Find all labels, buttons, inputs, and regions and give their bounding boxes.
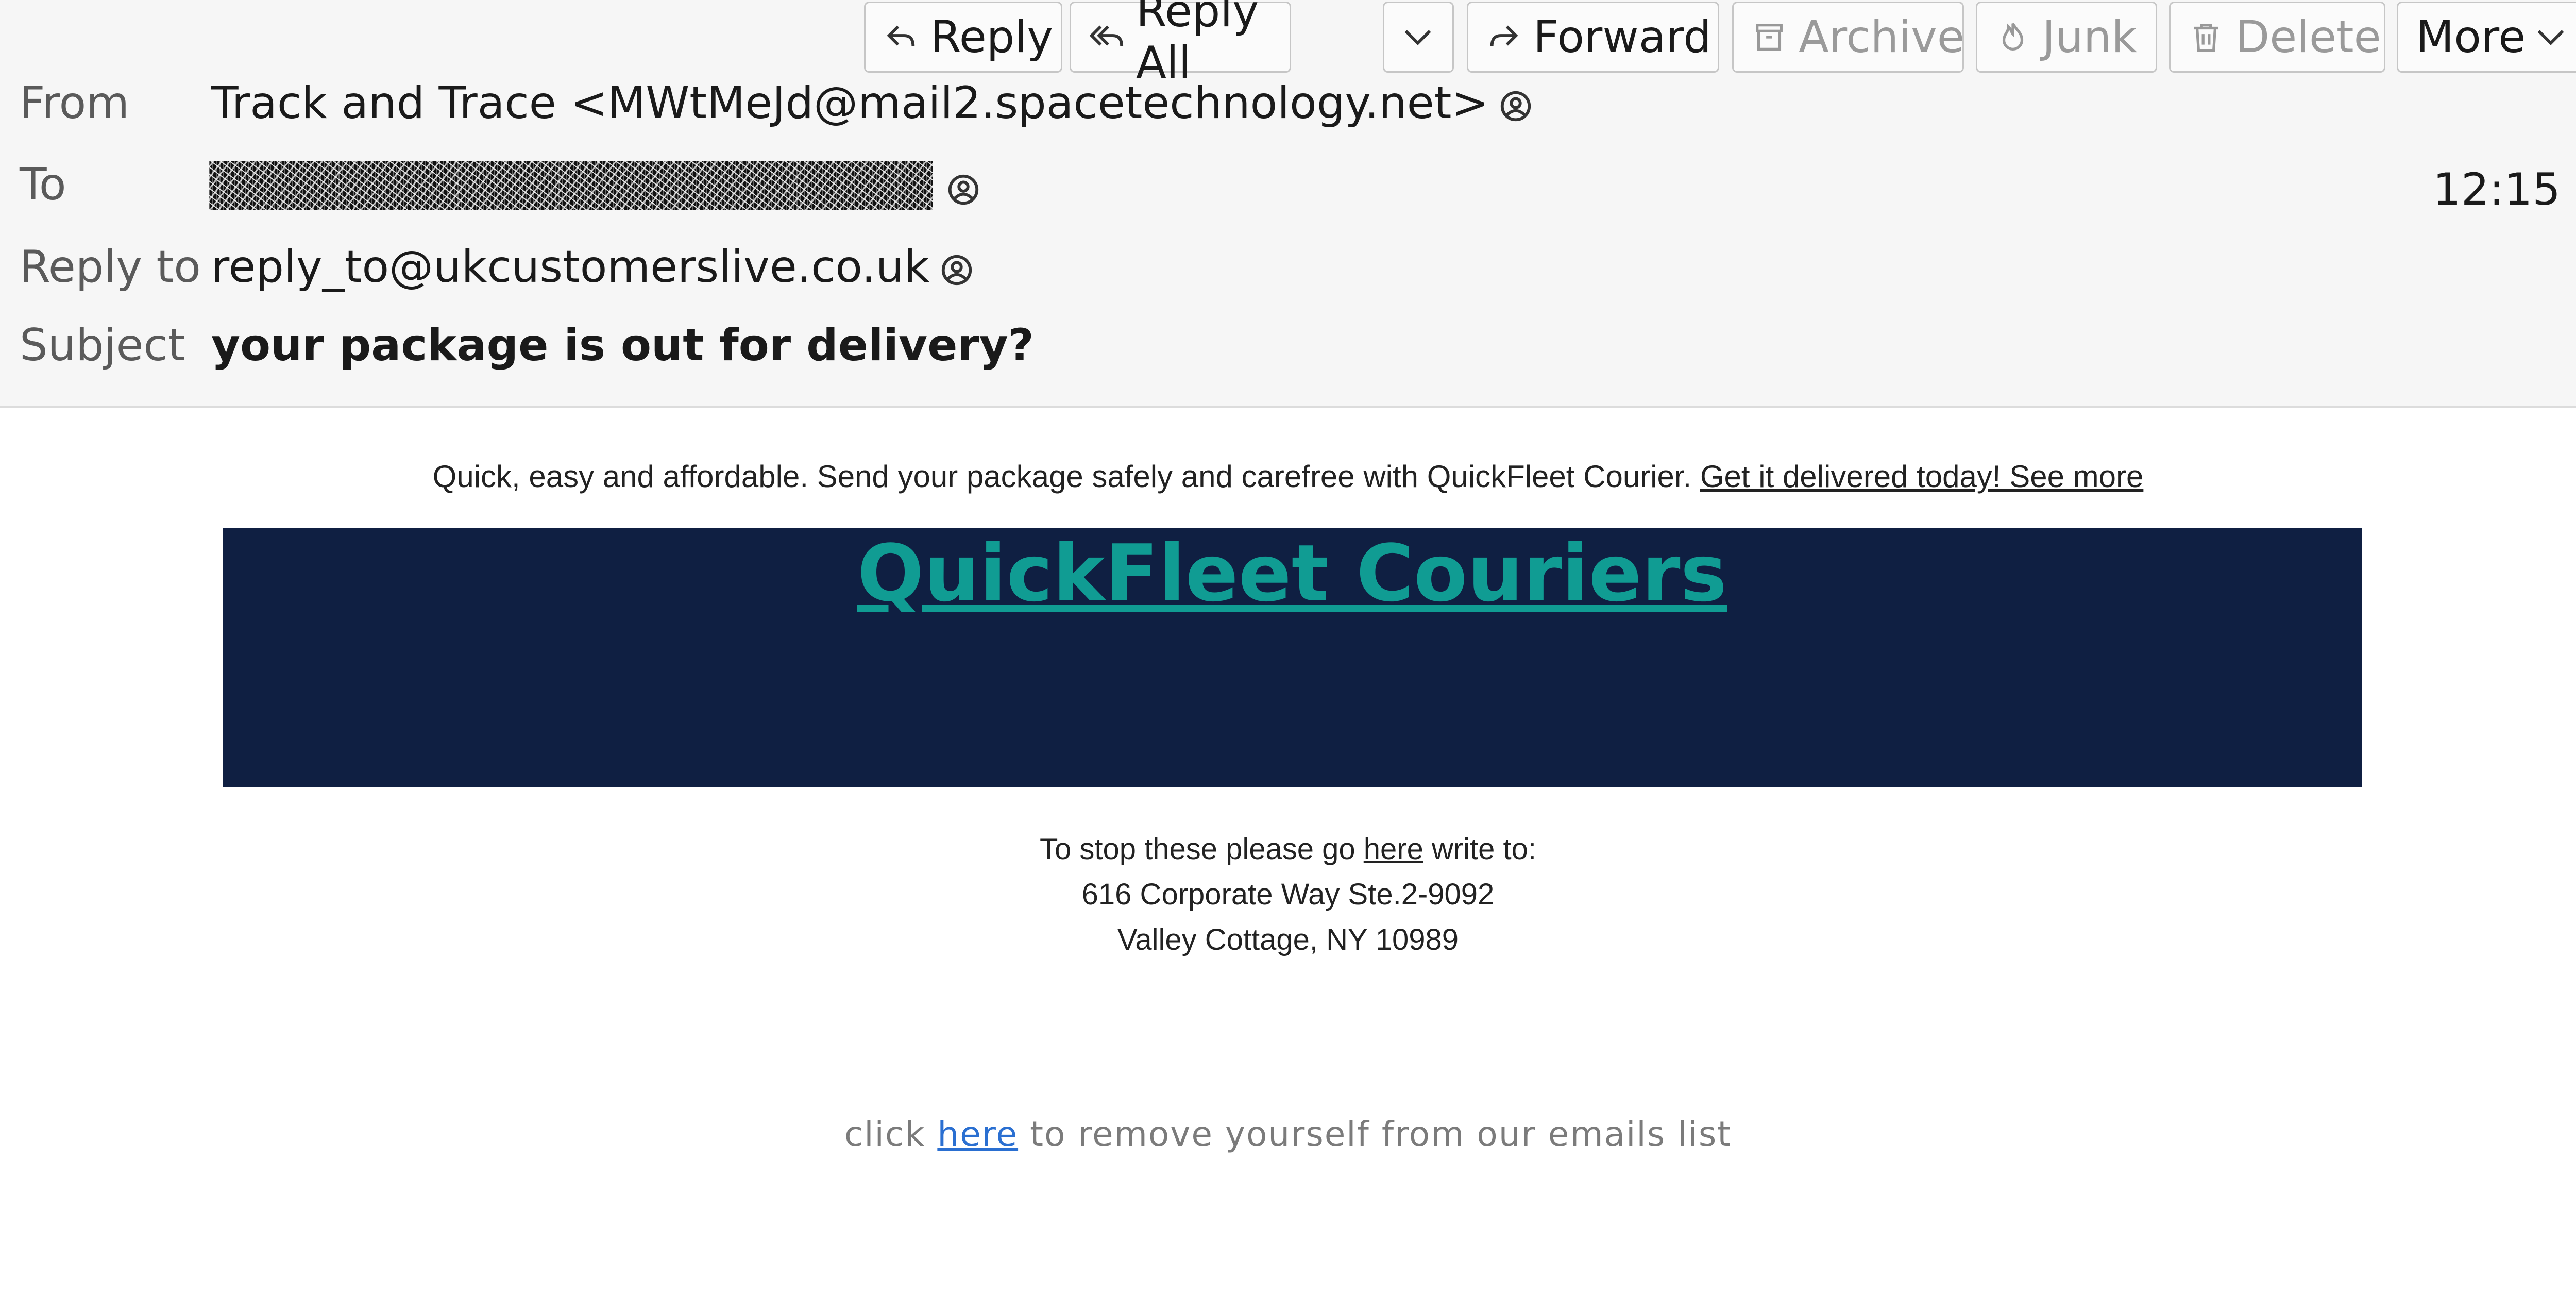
reply-to-address: reply_to@ukcustomerslive.co.uk — [211, 241, 930, 293]
brand-banner[interactable]: QuickFleet Couriers — [223, 528, 2362, 787]
reply-all-dropdown[interactable] — [1383, 2, 1454, 73]
reply-all-label: Reply All — [1136, 0, 1259, 89]
message-header: Reply Reply All Forward Archive Junk Del… — [0, 0, 2576, 408]
forward-icon — [1490, 25, 1518, 46]
reply-icon — [887, 25, 915, 46]
address-line-2: Valley Cottage, NY 10989 — [1117, 923, 1459, 957]
reply-to-label: Reply to — [20, 241, 201, 293]
teaser-text: Quick, easy and affordable. Send your pa… — [432, 459, 1700, 494]
archive-label: Archive — [1799, 11, 1964, 63]
reply-to-value[interactable]: reply_to@ukcustomerslive.co.uk — [211, 241, 975, 293]
delete-label: Delete — [2235, 11, 2381, 63]
address-line-1: 616 Corporate Way Ste.2-9092 — [1081, 878, 1495, 911]
contact-icon[interactable] — [939, 252, 975, 288]
junk-label: Junk — [2042, 11, 2138, 63]
stop-here-link[interactable]: here — [1364, 832, 1423, 866]
flame-icon — [2002, 23, 2024, 51]
reply-all-icon — [1089, 25, 1124, 46]
contact-icon[interactable] — [1498, 88, 1534, 124]
see-more-link[interactable]: Get it delivered today! See more — [1700, 459, 2143, 494]
brand-title[interactable]: QuickFleet Couriers — [223, 528, 2362, 619]
delete-button[interactable]: Delete — [2169, 2, 2385, 73]
chevron-down-icon — [1404, 30, 1431, 45]
to-label: To — [20, 159, 66, 210]
reply-all-button[interactable]: Reply All — [1070, 0, 1291, 89]
footer-address: To stop these please go here write to: 6… — [0, 827, 2576, 963]
reply-label: Reply — [930, 11, 1054, 63]
message-time: 12:15 — [2433, 164, 2561, 215]
chevron-down-icon — [2537, 30, 2564, 45]
archive-button[interactable]: Archive — [1732, 2, 1964, 73]
subject-label: Subject — [20, 320, 185, 371]
from-label: From — [20, 77, 130, 129]
reply-button[interactable]: Reply — [864, 2, 1062, 73]
message-body: Quick, easy and affordable. Send your pa… — [0, 408, 2576, 1291]
subject-value: your package is out for delivery? — [211, 320, 1034, 371]
unsubscribe-link[interactable]: here — [937, 1114, 1018, 1154]
redacted-recipient — [209, 161, 933, 210]
forward-label: Forward — [1533, 11, 1711, 63]
unsubscribe-line: click here to remove yourself from our e… — [844, 1114, 1732, 1154]
archive-icon — [1756, 24, 1783, 51]
sender-address: Track and Trace <MWtMeJd@mail2.spacetech… — [211, 77, 1489, 129]
more-button[interactable]: More — [2397, 2, 2576, 73]
from-value[interactable]: Track and Trace <MWtMeJd@mail2.spacetech… — [211, 77, 1534, 129]
more-label: More — [2416, 11, 2526, 63]
forward-button[interactable]: Forward — [1467, 2, 1719, 73]
contact-icon[interactable] — [945, 172, 981, 208]
trash-icon — [2194, 24, 2218, 52]
teaser-line: Quick, easy and affordable. Send your pa… — [0, 459, 2576, 494]
stop-line: To stop these please go here write to: — [1039, 832, 1537, 866]
junk-button[interactable]: Junk — [1976, 2, 2157, 73]
